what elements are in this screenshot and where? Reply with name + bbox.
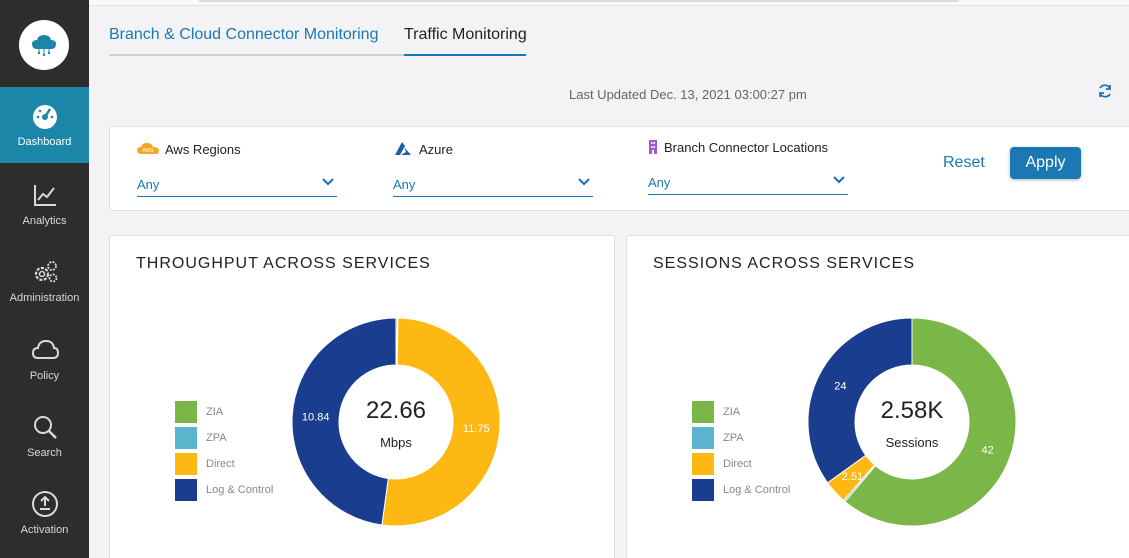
select-value: Any [648,175,671,190]
sessions-card: SESSIONS ACROSS SERVICES ZIA ZPA Direct … [626,235,1129,558]
legend-item-log-control[interactable]: Log & Control [175,477,273,503]
top-bar [89,0,1129,6]
cloud-icon [31,339,59,359]
sessions-donut-chart: 42 2.51 24 2.58K Sessions [807,317,1017,527]
data-label-direct: 11.75 [463,423,490,435]
filter-label: Azure [419,141,453,157]
sidebar-item-administration[interactable]: Administration [0,258,89,304]
sidebar-item-label: Search [27,447,62,459]
legend-item-zpa[interactable]: ZPA [175,425,273,451]
center-unit: Mbps [380,435,412,450]
chart-legend: ZIA ZPA Direct Log & Control [175,399,273,503]
dashboard-gauge-icon [32,105,57,129]
sidebar-item-policy[interactable]: Policy [0,336,89,382]
data-label-direct: 2.51 [842,471,863,483]
legend-item-direct[interactable]: Direct [692,451,790,477]
svg-text:AWS: AWS [142,148,154,154]
sidebar-item-label: Policy [29,370,60,382]
legend-label: Log & Control [206,484,274,496]
throughput-card: THROUGHPUT ACROSS SERVICES ZIA ZPA Direc… [109,235,615,558]
legend-label: ZPA [723,432,744,444]
legend-item-zia[interactable]: ZIA [175,399,273,425]
legend-item-zpa[interactable]: ZPA [692,425,790,451]
filter-label: Branch Connector Locations [664,139,829,155]
cloud-logo-icon [32,35,56,57]
filter-panel: AWS Aws Regions Any Azure Any Branch Con… [109,126,1129,211]
sidebar-item-activation[interactable]: Activation [0,490,89,536]
legend-item-zia[interactable]: ZIA [692,399,790,425]
data-label-log-control: 24 [834,380,846,392]
upload-icon [31,491,58,517]
center-value: 2.58K [881,397,944,424]
azure-icon [393,142,413,156]
building-icon [648,140,658,154]
data-label-log-control: 10.84 [302,412,330,424]
chevron-down-icon [322,178,334,186]
filter-label: Aws Regions [165,141,241,157]
sidebar-item-search[interactable]: Search [0,413,89,459]
legend-item-direct[interactable]: Direct [175,451,273,477]
sidebar-item-analytics[interactable]: Analytics [0,181,89,227]
card-title: THROUGHPUT ACROSS SERVICES [136,255,431,272]
aws-icon: AWS [137,142,159,156]
gears-icon [34,261,57,283]
reset-button[interactable]: Reset [943,154,985,172]
tab-branch-cloud-connector-monitoring[interactable]: Branch & Cloud Connector Monitoring [109,26,404,56]
cloud-connector-logo[interactable] [19,20,69,70]
center-value: 22.66 [366,397,426,424]
center-unit: Sessions [886,435,939,450]
legend-label: Direct [206,458,235,470]
branch-connector-locations-select[interactable]: Any [648,165,848,195]
card-title: SESSIONS ACROSS SERVICES [653,255,916,272]
sidebar-item-dashboard[interactable]: Dashboard [0,87,89,163]
select-value: Any [393,177,416,192]
analytics-chart-icon [33,185,56,206]
legend-label: ZIA [723,406,741,418]
select-value: Any [137,177,160,192]
legend-label: ZPA [206,432,227,444]
apply-button[interactable]: Apply [1010,147,1081,179]
last-updated-text: Last Updated Dec. 13, 2021 03:00:27 pm [569,87,807,102]
azure-select[interactable]: Any [393,167,593,197]
aws-regions-select[interactable]: Any [137,167,337,197]
legend-label: Direct [723,458,752,470]
filter-azure: Azure Any [393,139,593,197]
chart-legend: ZIA ZPA Direct Log & Control [692,399,790,503]
search-icon [33,416,57,439]
chevron-down-icon [833,176,845,184]
sidebar-item-label: Dashboard [17,136,72,148]
tab-traffic-monitoring[interactable]: Traffic Monitoring [404,26,527,56]
data-label-zia: 42 [982,445,994,457]
refresh-icon[interactable] [1097,83,1113,99]
filter-aws-regions: AWS Aws Regions Any [137,139,337,197]
sidebar-item-label: Analytics [22,215,67,227]
chevron-down-icon [578,178,590,186]
sidebar-item-label: Administration [9,292,80,304]
legend-item-log-control[interactable]: Log & Control [692,477,790,503]
filter-branch-connector-locations: Branch Connector Locations Any [648,137,848,195]
legend-label: ZIA [206,406,224,418]
legend-label: Log & Control [723,484,791,496]
sidebar-item-label: Activation [20,524,69,536]
sidebar: Dashboard Analytics Administration Polic… [0,0,89,558]
throughput-donut-chart: 11.75 10.84 22.66 Mbps [291,317,501,527]
